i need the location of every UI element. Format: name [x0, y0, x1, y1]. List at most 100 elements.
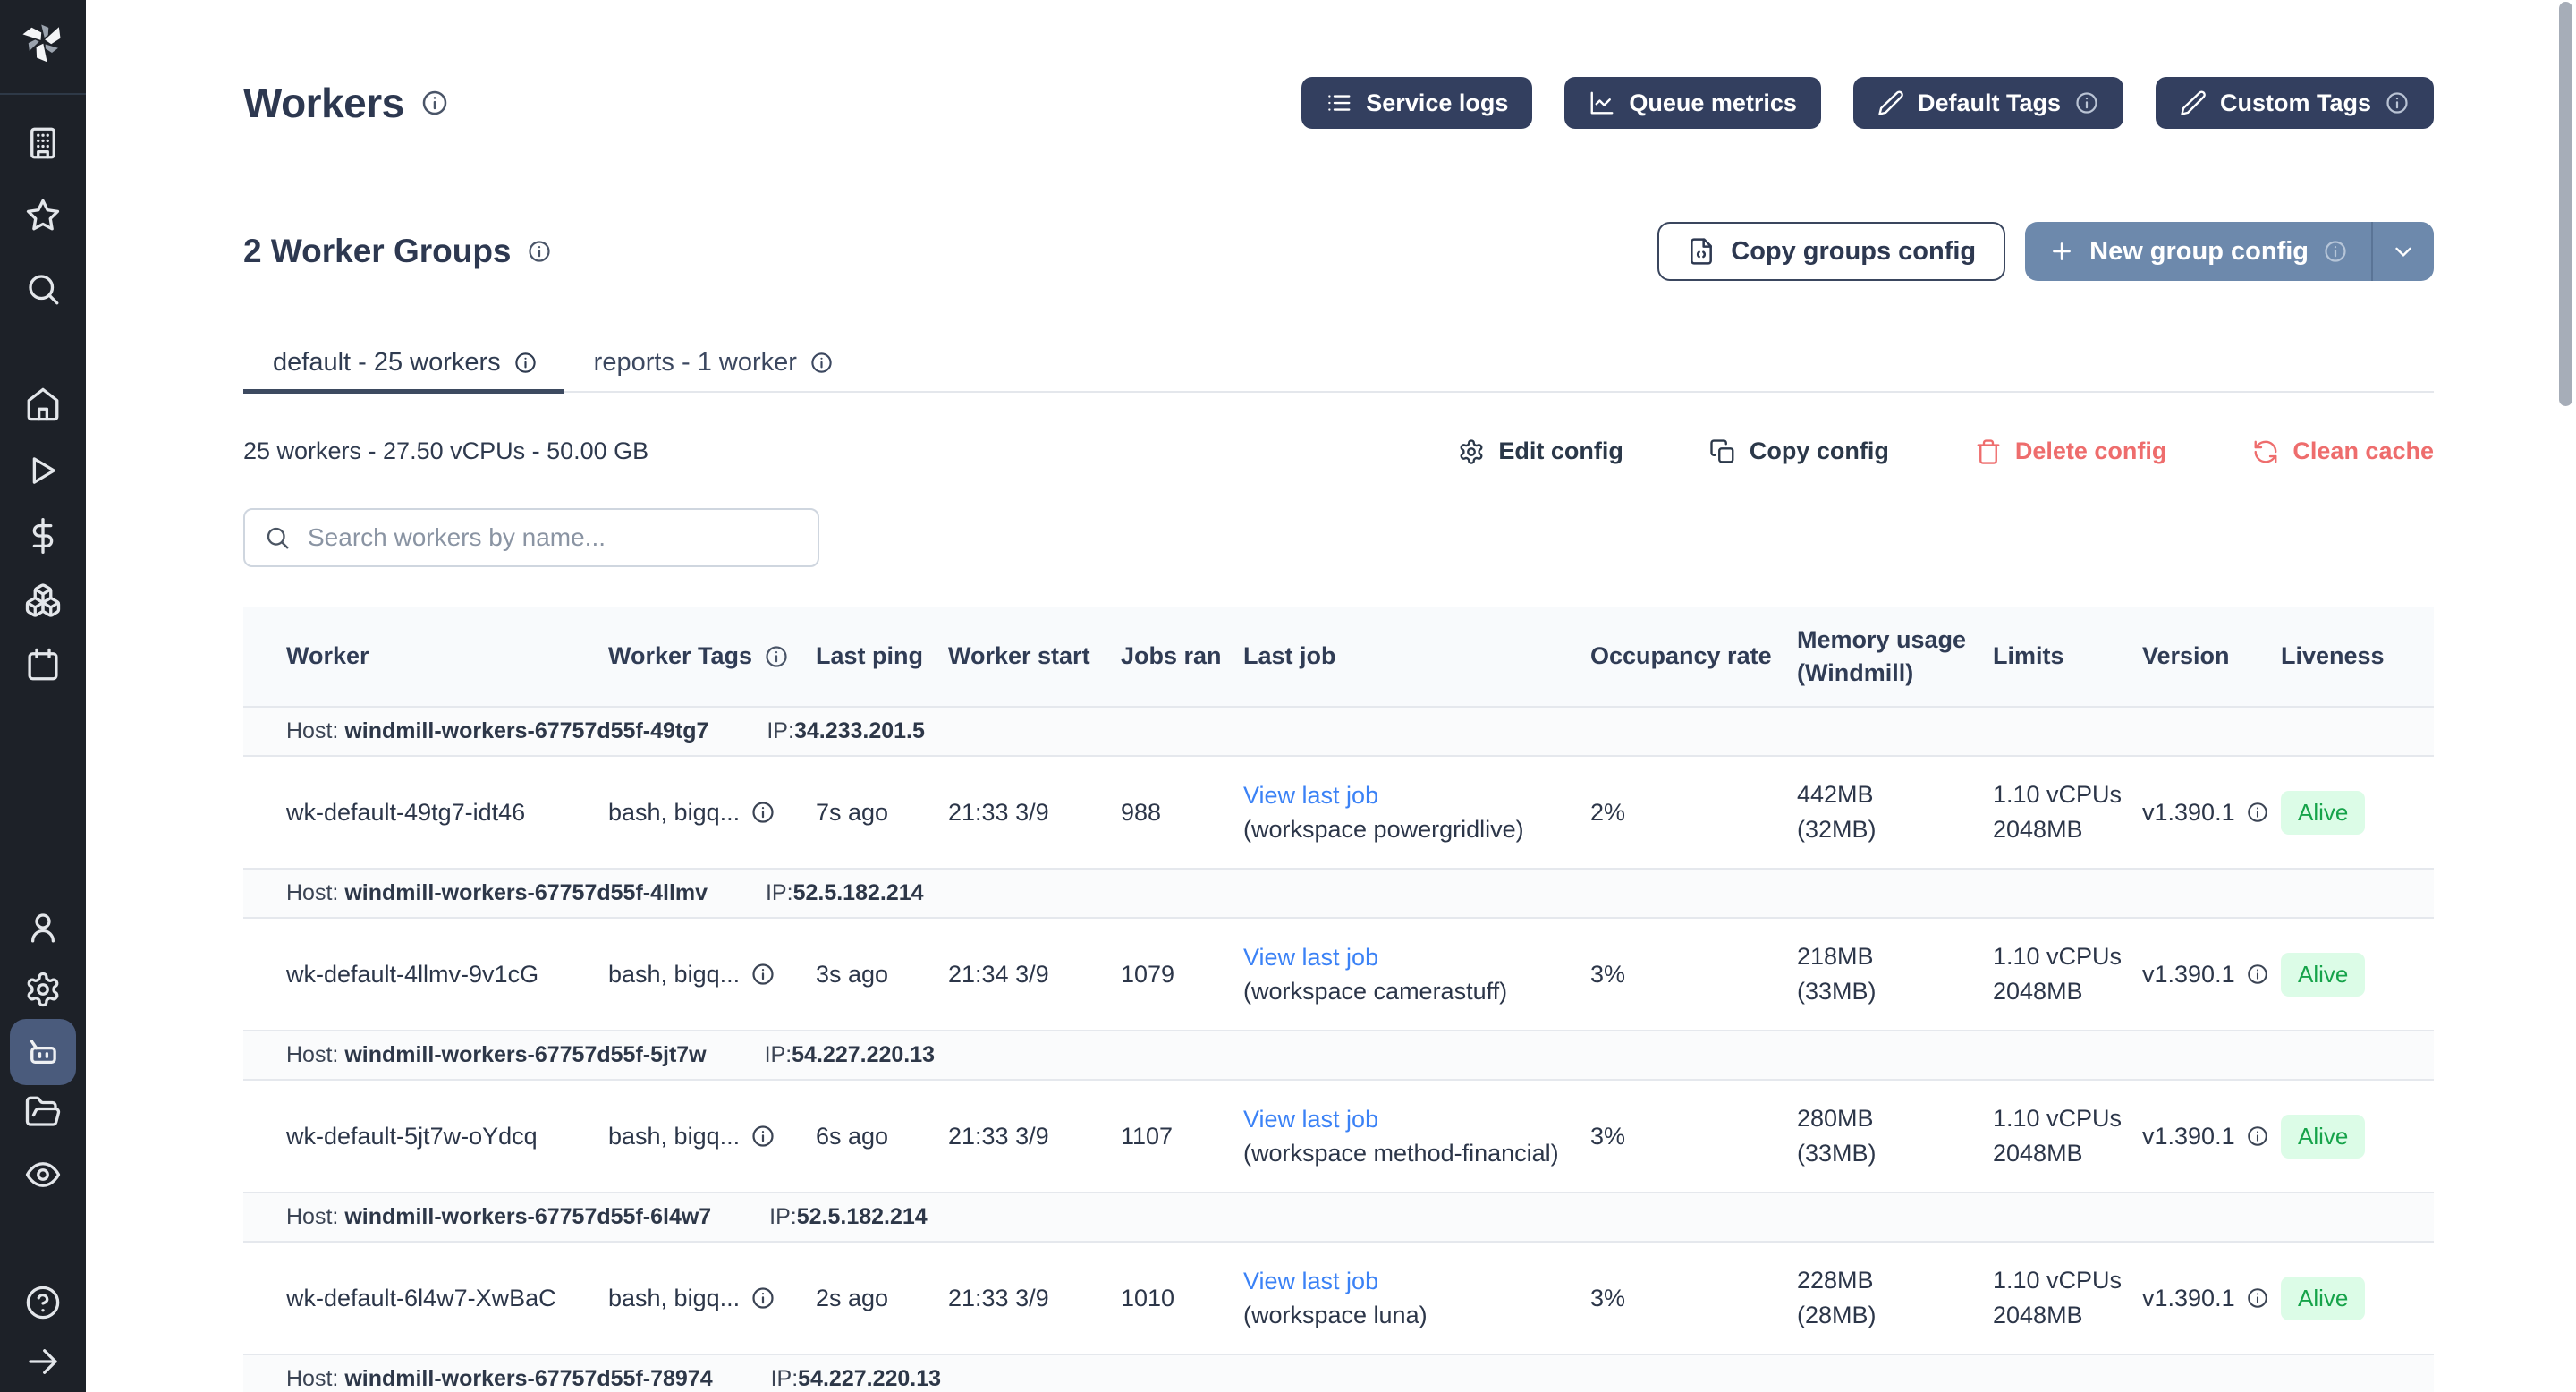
worker-tags: bash, bigq... — [608, 961, 740, 989]
custom-tags-button[interactable]: Custom Tags — [2156, 77, 2434, 129]
info-icon[interactable] — [2246, 963, 2269, 986]
tab-default[interactable]: default - 25 workers — [243, 336, 564, 394]
arrow-right-icon[interactable] — [0, 1343, 86, 1380]
help-icon[interactable] — [0, 1284, 86, 1321]
col-version: Version — [2142, 607, 2281, 707]
folder-icon[interactable] — [0, 1093, 86, 1131]
search-workers-input[interactable] — [308, 523, 799, 552]
last-job-workspace: (workspace powergridlive) — [1243, 816, 1572, 844]
host-row: Host: windmill-workers-67757d55f-6l4w7 I… — [243, 1193, 2434, 1242]
default-tags-button[interactable]: Default Tags — [1853, 77, 2123, 129]
windmill-logo[interactable] — [0, 18, 86, 64]
info-icon[interactable] — [2246, 1286, 2269, 1310]
worker-groups-info-icon[interactable] — [527, 239, 552, 264]
col-occupancy-rate: Occupancy rate — [1590, 607, 1797, 707]
info-icon[interactable] — [2246, 1125, 2269, 1148]
main-content: Workers Service logs Queue metrics Defau… — [86, 77, 2576, 1392]
limits: 1.10 vCPUs2048MB — [1993, 1242, 2142, 1354]
building-icon[interactable] — [0, 124, 86, 162]
refresh-icon — [2252, 438, 2279, 465]
info-icon[interactable] — [764, 644, 789, 669]
worker-tags: bash, bigq... — [608, 799, 740, 827]
page-title: Workers — [243, 79, 404, 127]
edit-config-button[interactable]: Edit config — [1458, 437, 1623, 465]
worker-row: wk-default-4llmv-9v1cG bash, bigq... 3s … — [243, 918, 2434, 1031]
play-icon[interactable] — [0, 452, 86, 489]
info-icon[interactable] — [513, 351, 538, 375]
info-icon — [2385, 90, 2410, 115]
host-name: windmill-workers-67757d55f-4llmv — [344, 880, 708, 905]
worker-start: 21:33 3/9 — [948, 1080, 1121, 1193]
search-icon — [264, 524, 291, 551]
new-group-config-dropdown[interactable] — [2371, 222, 2434, 281]
home-icon[interactable] — [0, 386, 86, 423]
tab-reports[interactable]: reports - 1 worker — [564, 336, 860, 394]
col-jobs-ran: Jobs ran — [1121, 607, 1243, 707]
occupancy-rate: 3% — [1590, 918, 1797, 1031]
new-group-config-button[interactable]: New group config — [2025, 222, 2434, 281]
host-name: windmill-workers-67757d55f-5jt7w — [344, 1042, 706, 1067]
occupancy-rate: 3% — [1590, 1080, 1797, 1193]
copy-groups-config-button[interactable]: Copy groups config — [1657, 222, 2005, 281]
host-name: windmill-workers-67757d55f-6l4w7 — [344, 1204, 711, 1229]
col-limits: Limits — [1993, 607, 2142, 707]
info-icon[interactable] — [750, 1286, 775, 1311]
info-icon[interactable] — [809, 351, 834, 375]
file-code-icon — [1687, 237, 1716, 266]
user-icon[interactable] — [0, 909, 86, 946]
host-row: Host: windmill-workers-67757d55f-78974 I… — [243, 1354, 2434, 1392]
settings-icon[interactable] — [0, 971, 86, 1008]
worker-tags: bash, bigq... — [608, 1123, 740, 1150]
version: v1.390.1 — [2142, 1242, 2281, 1354]
jobs-ran: 1010 — [1121, 1242, 1243, 1354]
delete-config-button[interactable]: Delete config — [1975, 437, 2167, 465]
search-icon[interactable] — [0, 270, 86, 308]
robot-worker-icon[interactable] — [10, 1019, 76, 1085]
workers-table: Worker Worker Tags Last ping Worker star… — [243, 607, 2434, 1392]
boxes-icon[interactable] — [0, 581, 86, 619]
info-icon[interactable] — [750, 800, 775, 825]
star-icon[interactable] — [0, 197, 86, 234]
liveness-badge: Alive — [2281, 1277, 2365, 1320]
liveness-badge: Alive — [2281, 953, 2365, 997]
worker-groups-heading: 2 Worker Groups — [243, 233, 512, 270]
worker-row: wk-default-5jt7w-oYdcq bash, bigq... 6s … — [243, 1080, 2434, 1193]
copy-icon — [1709, 438, 1736, 465]
view-last-job-link[interactable]: View last job — [1243, 1268, 1378, 1294]
view-last-job-link[interactable]: View last job — [1243, 782, 1378, 809]
view-last-job-link[interactable]: View last job — [1243, 944, 1378, 971]
liveness-badge: Alive — [2281, 791, 2365, 835]
vertical-scrollbar[interactable] — [2559, 2, 2572, 406]
memory-usage: 218MB(33MB) — [1797, 918, 1993, 1031]
last-ping: 6s ago — [816, 1080, 948, 1193]
clean-cache-button[interactable]: Clean cache — [2252, 437, 2434, 465]
calendar-icon[interactable] — [0, 646, 86, 683]
copy-config-button[interactable]: Copy config — [1709, 437, 1889, 465]
worker-tags: bash, bigq... — [608, 1285, 740, 1312]
memory-usage: 228MB(28MB) — [1797, 1242, 1993, 1354]
workers-info-icon[interactable] — [420, 89, 449, 117]
queue-metrics-button[interactable]: Queue metrics — [1564, 77, 1821, 129]
plus-icon — [2048, 238, 2075, 265]
worker-group-tabs: default - 25 workers reports - 1 worker — [243, 336, 2434, 393]
service-logs-button[interactable]: Service logs — [1301, 77, 1532, 129]
info-icon[interactable] — [750, 962, 775, 987]
worker-row: wk-default-6l4w7-XwBaC bash, bigq... 2s … — [243, 1242, 2434, 1354]
eye-icon[interactable] — [0, 1156, 86, 1193]
info-icon[interactable] — [750, 1124, 775, 1149]
trash-icon — [1975, 438, 2002, 465]
sidebar-divider — [0, 93, 86, 95]
view-last-job-link[interactable]: View last job — [1243, 1106, 1378, 1133]
host-row: Host: windmill-workers-67757d55f-49tg7 I… — [243, 707, 2434, 756]
worker-name: wk-default-49tg7-idt46 — [243, 756, 608, 869]
host-ip: 52.5.182.214 — [797, 1204, 928, 1229]
worker-start: 21:33 3/9 — [948, 756, 1121, 869]
toolbar: Service logs Queue metrics Default Tags … — [1301, 77, 2434, 129]
version: v1.390.1 — [2142, 1080, 2281, 1193]
last-ping: 3s ago — [816, 918, 948, 1031]
host-name: windmill-workers-67757d55f-78974 — [344, 1366, 712, 1391]
info-icon[interactable] — [2246, 801, 2269, 824]
worker-name: wk-default-6l4w7-XwBaC — [243, 1242, 608, 1354]
last-job-workspace: (workspace camerastuff) — [1243, 978, 1572, 1006]
dollar-icon[interactable] — [0, 517, 86, 555]
